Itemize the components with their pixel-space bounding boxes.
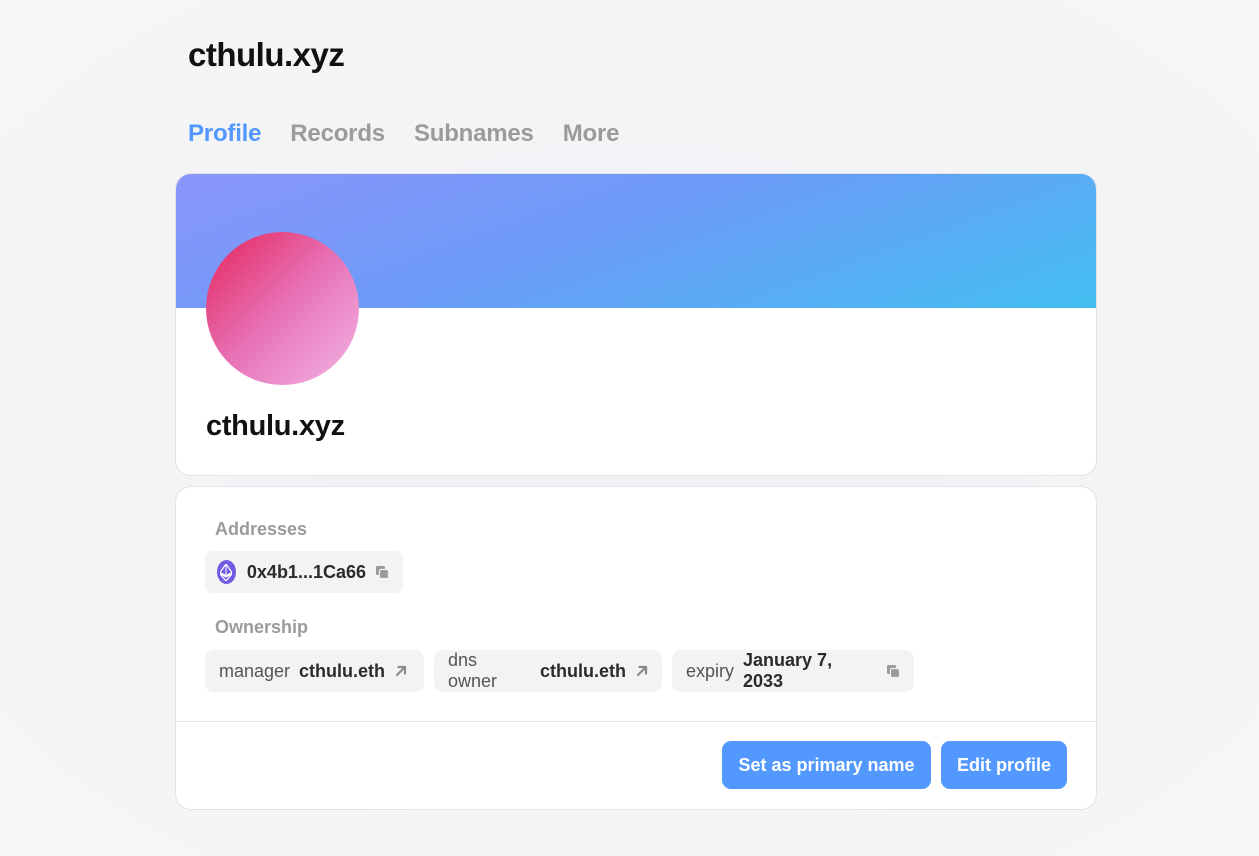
dns-owner-value: cthulu.eth bbox=[540, 660, 626, 681]
ownership-expiry-pill[interactable]: expiry January 7, 2033 bbox=[672, 650, 914, 692]
expiry-value: January 7, 2033 bbox=[743, 650, 833, 691]
eth-icon bbox=[217, 560, 236, 584]
divider bbox=[176, 721, 1096, 722]
manager-key: manager bbox=[219, 660, 291, 681]
manager-value: cthulu.eth bbox=[299, 660, 386, 681]
page-title: cthulu.xyz bbox=[188, 36, 345, 73]
set-primary-name-button[interactable]: Set as primary name bbox=[722, 741, 931, 789]
details-card: Addresses 0x4b1...1Ca66 Ownership manage… bbox=[175, 486, 1097, 810]
ownership-manager-pill[interactable]: manager cthulu.eth bbox=[205, 650, 424, 692]
profile-name: cthulu.xyz bbox=[206, 410, 345, 442]
external-link-icon[interactable] bbox=[636, 665, 648, 677]
external-link-icon[interactable] bbox=[395, 665, 407, 677]
tab-more[interactable]: More bbox=[563, 120, 620, 148]
addresses-label: Addresses bbox=[215, 519, 308, 539]
address-value: 0x4b1...1Ca66 bbox=[246, 561, 366, 582]
profile-card: cthulu.xyz bbox=[175, 173, 1097, 476]
ownership-label: Ownership bbox=[215, 617, 309, 637]
dns-owner-key: dns owner bbox=[448, 650, 498, 691]
avatar bbox=[206, 232, 359, 385]
copy-icon[interactable] bbox=[887, 664, 900, 678]
tab-records[interactable]: Records bbox=[290, 120, 385, 148]
ownership-dns-owner-pill[interactable]: dns owner cthulu.eth bbox=[434, 650, 662, 692]
edit-profile-button[interactable]: Edit profile bbox=[941, 741, 1067, 789]
tab-profile[interactable]: Profile bbox=[188, 120, 261, 148]
copy-icon[interactable] bbox=[376, 565, 389, 579]
tab-subnames[interactable]: Subnames bbox=[414, 120, 534, 148]
expiry-key: expiry bbox=[686, 660, 735, 681]
tab-bar: Profile Records Subnames More bbox=[188, 120, 619, 148]
address-pill[interactable]: 0x4b1...1Ca66 bbox=[205, 551, 403, 593]
